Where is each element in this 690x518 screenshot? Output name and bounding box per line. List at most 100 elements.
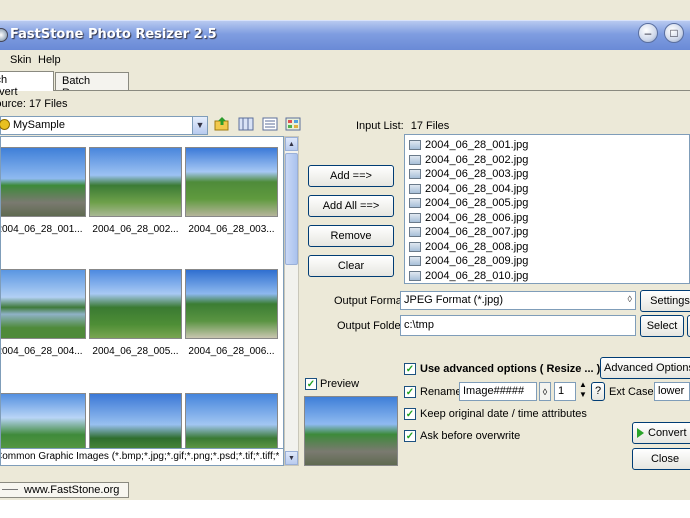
- input-list-header: Input List: 17 Files: [356, 120, 449, 132]
- list-item[interactable]: 2004_06_28_006.jpg: [405, 211, 689, 226]
- input-list-label: Input List:: [356, 120, 404, 132]
- thumbnail-item[interactable]: 2004_06_28_005...: [89, 269, 182, 357]
- jpg-file-icon: [409, 256, 421, 267]
- input-list-count: 17 Files: [410, 120, 450, 132]
- list-item[interactable]: 2004_06_28_003.jpg: [405, 167, 689, 182]
- thumbnail-caption: 2004_06_28_001...: [0, 224, 83, 235]
- add-all-button[interactable]: Add All ==>: [308, 195, 394, 217]
- maximize-button[interactable]: □: [664, 23, 684, 43]
- title-bar: FastStone Photo Resizer 2.5 – □: [0, 20, 690, 50]
- add-button[interactable]: Add ==>: [308, 165, 394, 187]
- thumbnail-image: [1, 147, 86, 217]
- list-item[interactable]: 2004_06_28_004.jpg: [405, 182, 689, 197]
- clear-button[interactable]: Clear: [308, 255, 394, 277]
- status-divider: [2, 489, 18, 490]
- ext-case-select[interactable]: lower: [654, 382, 690, 401]
- thumbnail-image: [89, 147, 182, 217]
- scroll-thumb[interactable]: [285, 153, 298, 265]
- play-icon: [637, 428, 644, 439]
- output-format-select[interactable]: JPEG Format (*.jpg) ◊: [400, 291, 636, 310]
- folder-dropdown-chevron-icon[interactable]: ▼: [192, 117, 207, 134]
- tab-batch-rename[interactable]: Batch Rename: [55, 72, 129, 99]
- list-item[interactable]: 2004_06_28_008.jpg: [405, 240, 689, 255]
- thumbnail-caption: 2004_06_28_003...: [188, 224, 275, 235]
- output-folder-input[interactable]: c:\tmp: [400, 315, 636, 336]
- rename-pattern-spin-icon[interactable]: ◊: [539, 382, 551, 401]
- list-item[interactable]: 2004_06_28_010.jpg: [405, 269, 689, 284]
- input-file-list[interactable]: 2004_06_28_001.jpg 2004_06_28_002.jpg 20…: [404, 134, 690, 284]
- jpg-file-icon: [409, 212, 421, 223]
- menu-help[interactable]: Help: [38, 54, 61, 66]
- preview-checkbox[interactable]: ✓: [305, 378, 317, 390]
- convert-button[interactable]: Convert: [632, 422, 690, 444]
- app-icon: [0, 28, 8, 42]
- rename-help-button[interactable]: ?: [591, 382, 605, 401]
- jpg-file-icon: [409, 140, 421, 151]
- jpg-file-icon: [409, 183, 421, 194]
- thumbnail-caption: 2004_06_28_004...: [0, 346, 83, 357]
- thumbnail-scrollbar[interactable]: ▲ ▼: [284, 136, 299, 466]
- thumbnail-item[interactable]: 2004_06_28_006...: [185, 269, 278, 357]
- ask-overwrite-checkbox[interactable]: ✓: [404, 430, 416, 442]
- menu-bar: Skin Help: [0, 50, 690, 70]
- thumbnail-caption: 2004_06_28_006...: [188, 346, 275, 357]
- thumbnail-image: [185, 147, 278, 217]
- website-link[interactable]: www.FastStone.org: [24, 484, 119, 496]
- rename-start-input[interactable]: 1: [554, 382, 576, 401]
- view-thumbnails-icon[interactable]: [285, 117, 301, 131]
- thumbnail-item[interactable]: 2004_06_28_004...: [0, 269, 86, 357]
- settings-button[interactable]: Settings: [640, 290, 690, 312]
- ask-overwrite-label: Ask before overwrite: [420, 430, 521, 442]
- thumbnail-image: [185, 269, 278, 339]
- jpg-file-icon: [409, 154, 421, 165]
- source-count: 17 Files: [28, 98, 68, 110]
- thumbnail-item[interactable]: 2004_06_28_001...: [0, 147, 86, 235]
- select-folder-button[interactable]: Select: [640, 315, 684, 337]
- jpg-file-icon: [409, 169, 421, 180]
- rename-start-stepper-icon[interactable]: ▲ ▼: [578, 380, 588, 402]
- window-title: FastStone Photo Resizer 2.5: [10, 27, 217, 42]
- folder-combo[interactable]: MySample ▼: [0, 116, 208, 135]
- list-item[interactable]: 2004_06_28_005.jpg: [405, 196, 689, 211]
- thumbnail-caption: 2004_06_28_005...: [92, 346, 179, 357]
- folder-value: MySample: [13, 119, 65, 131]
- view-list-icon[interactable]: [262, 117, 278, 131]
- status-bar: www.FastStone.org: [0, 482, 690, 500]
- advanced-options-checkbox[interactable]: ✓: [404, 363, 416, 375]
- folder-up-icon[interactable]: [214, 116, 230, 132]
- tab-batch-convert[interactable]: Batch Convert: [0, 71, 54, 98]
- thumbnail-item[interactable]: 2004_06_28_002...: [89, 147, 182, 235]
- source-label: Source:: [0, 98, 26, 110]
- app-window: FastStone Photo Resizer 2.5 – □ Skin Hel…: [0, 0, 690, 500]
- thumbnail-browser: 2004_06_28_001... 2004_06_28_002... 2004…: [0, 136, 284, 466]
- thumbnail-image: [1, 269, 86, 339]
- output-format-value: JPEG Format (*.jpg): [404, 294, 504, 306]
- list-item[interactable]: 2004_06_28_009.jpg: [405, 254, 689, 269]
- jpg-file-icon: [409, 241, 421, 252]
- list-item[interactable]: 2004_06_28_001.jpg: [405, 138, 689, 153]
- jpg-file-icon: [409, 198, 421, 209]
- keep-date-label: Keep original date / time attributes: [420, 408, 587, 420]
- close-button[interactable]: Close: [632, 448, 690, 470]
- minimize-button[interactable]: –: [638, 23, 658, 43]
- list-item[interactable]: 2004_06_28_007.jpg: [405, 225, 689, 240]
- advanced-options-button[interactable]: Advanced Options: [600, 357, 690, 379]
- list-item[interactable]: 2004_06_28_002.jpg: [405, 153, 689, 168]
- menu-skin[interactable]: Skin: [10, 54, 31, 66]
- output-format-label: Output Format:: [334, 295, 408, 307]
- preview-image: [304, 396, 398, 466]
- thumbnail-item[interactable]: 2004_06_28_003...: [185, 147, 278, 235]
- scroll-down-icon[interactable]: ▼: [285, 451, 298, 465]
- keep-date-checkbox[interactable]: ✓: [404, 408, 416, 420]
- format-spin-icon: ◊: [627, 294, 632, 304]
- scroll-up-icon[interactable]: ▲: [285, 137, 298, 151]
- jpg-file-icon: [409, 270, 421, 281]
- rename-label: Rename: [420, 386, 462, 398]
- rename-pattern-input[interactable]: Image#####: [459, 382, 537, 401]
- preview-label: Preview: [320, 378, 360, 390]
- rename-checkbox[interactable]: ✓: [404, 386, 416, 398]
- remove-button[interactable]: Remove: [308, 225, 394, 247]
- advanced-options-label: Use advanced options ( Resize ... ): [420, 363, 601, 375]
- view-columns-icon[interactable]: [238, 117, 254, 131]
- file-type-filter[interactable]: Common Graphic Images (*.bmp;*.jpg;*.gif…: [0, 448, 299, 466]
